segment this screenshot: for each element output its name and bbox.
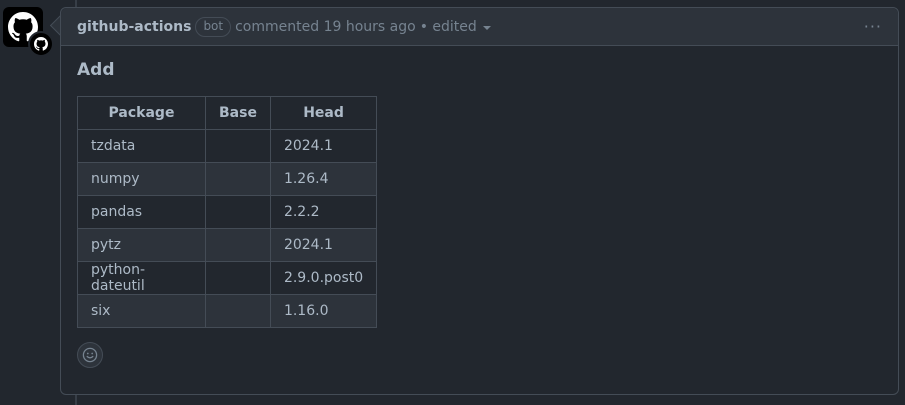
cell-package: numpy <box>77 162 206 196</box>
cell-head: 1.16.0 <box>269 294 378 328</box>
cell-base <box>205 129 271 163</box>
cell-head: 1.26.4 <box>269 162 378 196</box>
table-row: pytz 2024.1 <box>77 228 378 262</box>
comment-body: Add Package Base Head tzdata 2024.1 nump… <box>61 46 898 382</box>
comment-box: github-actions bot commented 19 hours ag… <box>60 7 899 395</box>
avatar[interactable] <box>3 7 54 57</box>
github-mark-icon <box>28 31 54 57</box>
cell-base <box>205 162 271 196</box>
cell-base <box>205 261 271 295</box>
add-reaction-button[interactable] <box>77 342 103 368</box>
author-link[interactable]: github-actions <box>77 19 191 35</box>
cell-package: pandas <box>77 195 206 229</box>
cell-package: tzdata <box>77 129 206 163</box>
table-row: numpy 1.26.4 <box>77 162 378 196</box>
column-header-package: Package <box>77 96 206 130</box>
table-row: python-dateutil 2.9.0.post0 <box>77 261 378 295</box>
comment-header: github-actions bot commented 19 hours ag… <box>61 8 898 46</box>
table-row: tzdata 2024.1 <box>77 129 378 163</box>
column-header-base: Base <box>205 96 271 130</box>
cell-package: pytz <box>77 228 206 262</box>
edited-label: • edited <box>419 18 477 35</box>
cell-head: 2024.1 <box>269 129 378 163</box>
cell-head: 2.2.2 <box>269 195 378 229</box>
table-row: pandas 2.2.2 <box>77 195 378 229</box>
bot-label: bot <box>195 16 232 37</box>
table-row: six 1.16.0 <box>77 294 378 328</box>
section-heading: Add <box>77 60 115 80</box>
column-header-head: Head <box>269 96 378 130</box>
edited-dropdown[interactable]: • edited <box>420 19 491 35</box>
cell-package: six <box>77 294 206 328</box>
chevron-down-icon <box>482 26 491 30</box>
cell-package: python-dateutil <box>77 261 206 295</box>
cell-head: 2.9.0.post0 <box>269 261 378 295</box>
cell-head: 2024.1 <box>269 228 378 262</box>
cell-base <box>205 294 271 328</box>
table-header-row: Package Base Head <box>77 96 378 130</box>
cell-base <box>205 195 271 229</box>
smiley-icon <box>82 347 98 363</box>
cell-base <box>205 228 271 262</box>
kebab-horizontal-icon[interactable]: ··· <box>864 17 882 36</box>
comment-timestamp[interactable]: commented 19 hours ago <box>235 19 416 35</box>
packages-table: Package Base Head tzdata 2024.1 numpy 1.… <box>77 96 378 328</box>
